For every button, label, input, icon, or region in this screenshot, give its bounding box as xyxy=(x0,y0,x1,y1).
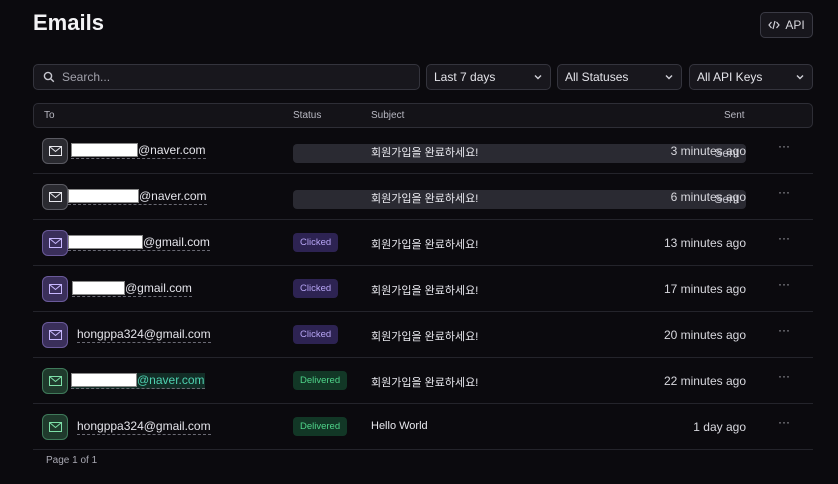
api-keys-select[interactable]: All API Keys xyxy=(689,64,813,90)
mail-icon xyxy=(42,184,68,210)
mail-icon xyxy=(42,322,68,348)
date-range-value: Last 7 days xyxy=(434,70,496,84)
chevron-down-icon xyxy=(796,75,804,80)
column-subject: Subject xyxy=(371,110,405,121)
status-value: All Statuses xyxy=(565,70,629,84)
email-subject: 회원가입을 완료하세요! xyxy=(371,193,479,205)
redacted-name xyxy=(71,143,138,157)
mail-icon xyxy=(42,414,68,440)
recipient-email: hongppa324@gmail.com xyxy=(77,419,211,433)
redacted-name xyxy=(72,281,125,295)
recipient-link[interactable]: @naver.com xyxy=(68,189,207,205)
table-row[interactable]: @naver.com Sent 회원가입을 완료하세요! 3 minutes a… xyxy=(33,128,813,174)
column-to: To xyxy=(44,110,55,121)
email-subject: Hello World xyxy=(371,420,428,432)
status-badge: Delivered xyxy=(293,371,348,390)
search-icon xyxy=(43,71,55,83)
search-input[interactable] xyxy=(62,70,402,84)
table-row[interactable]: @naver.com Delivered 회원가입을 완료하세요! 22 min… xyxy=(33,358,813,404)
table-row[interactable]: @gmail.com Clicked 회원가입을 완료하세요! 13 minut… xyxy=(33,220,813,266)
api-button-label: API xyxy=(785,18,805,32)
email-subject: 회원가입을 완료하세요! xyxy=(371,285,479,297)
mail-icon xyxy=(42,368,68,394)
recipient-link[interactable]: @gmail.com xyxy=(68,235,210,251)
more-options-button[interactable]: ··· xyxy=(778,415,790,429)
recipient-link[interactable]: @gmail.com xyxy=(72,281,192,297)
page-title: Emails xyxy=(33,10,104,35)
mail-icon xyxy=(42,276,68,302)
status-badge: Clicked xyxy=(293,279,339,298)
status-badge: Clicked xyxy=(293,325,339,344)
email-subject: 회원가입을 완료하세요! xyxy=(371,147,479,159)
recipient-link[interactable]: hongppa324@gmail.com xyxy=(77,327,211,343)
sent-time: 17 minutes ago xyxy=(663,282,746,296)
mail-icon xyxy=(42,138,68,164)
email-subject: 회원가입을 완료하세요! xyxy=(371,377,479,389)
recipient-domain: @naver.com xyxy=(138,143,206,157)
more-options-button[interactable]: ··· xyxy=(778,231,790,245)
redacted-name xyxy=(71,373,137,387)
sent-time: 13 minutes ago xyxy=(663,236,746,250)
chevron-down-icon xyxy=(665,75,673,80)
sent-time: 3 minutes ago xyxy=(670,144,746,158)
email-subject: 회원가입을 완료하세요! xyxy=(371,239,479,251)
code-icon xyxy=(768,20,781,30)
table-header: To Status Subject Sent xyxy=(33,103,813,128)
column-sent[interactable]: Sent xyxy=(724,110,745,121)
recipient-domain: @gmail.com xyxy=(125,281,192,295)
sent-time: 20 minutes ago xyxy=(663,328,746,342)
table-row[interactable]: @naver.com Sent 회원가입을 완료하세요! 6 minutes a… xyxy=(33,174,813,220)
status-badge: Clicked xyxy=(293,233,339,252)
recipient-email: hongppa324@gmail.com xyxy=(77,327,211,341)
recipient-link[interactable]: @naver.com xyxy=(71,373,205,389)
table-row[interactable]: hongppa324@gmail.com Delivered Hello Wor… xyxy=(33,404,813,450)
recipient-domain: @gmail.com xyxy=(143,235,210,249)
date-range-select[interactable]: Last 7 days xyxy=(426,64,551,90)
more-options-button[interactable]: ··· xyxy=(778,277,790,291)
more-options-button[interactable]: ··· xyxy=(778,139,790,153)
sent-time: 1 day ago xyxy=(693,420,746,434)
sent-time: 22 minutes ago xyxy=(663,374,746,388)
search-box[interactable] xyxy=(33,64,420,90)
chevron-down-icon xyxy=(534,75,542,80)
column-status: Status xyxy=(293,110,322,121)
api-button[interactable]: API xyxy=(760,12,813,38)
table-row[interactable]: hongppa324@gmail.com Clicked 회원가입을 완료하세요… xyxy=(33,312,813,358)
more-options-button[interactable]: ··· xyxy=(778,369,790,383)
redacted-name xyxy=(68,235,143,249)
recipient-domain: @naver.com xyxy=(139,189,207,203)
status-badge: Delivered xyxy=(293,417,348,436)
recipient-domain: @naver.com xyxy=(137,373,205,387)
more-options-button[interactable]: ··· xyxy=(778,185,790,199)
redacted-name xyxy=(68,189,139,203)
api-keys-value: All API Keys xyxy=(697,70,763,84)
recipient-link[interactable]: @naver.com xyxy=(71,143,206,159)
more-options-button[interactable]: ··· xyxy=(778,323,790,337)
sent-time: 6 minutes ago xyxy=(670,190,746,204)
status-select[interactable]: All Statuses xyxy=(557,64,682,90)
email-subject: 회원가입을 완료하세요! xyxy=(371,331,479,343)
mail-icon xyxy=(42,230,68,256)
recipient-link[interactable]: hongppa324@gmail.com xyxy=(77,419,211,435)
table-row[interactable]: @gmail.com Clicked 회원가입을 완료하세요! 17 minut… xyxy=(33,266,813,312)
pagination-label: Page 1 of 1 xyxy=(46,455,98,466)
